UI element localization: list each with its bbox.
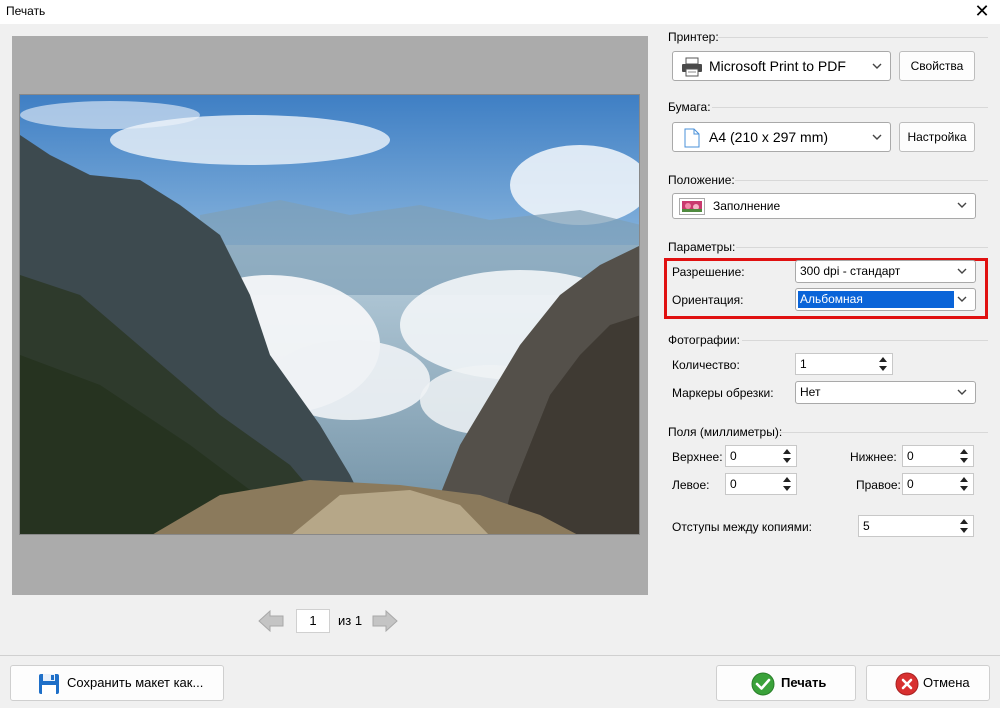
orientation-value: Альбомная <box>800 292 863 306</box>
crop-marks-label: Маркеры обрезки: <box>672 386 774 400</box>
spin-arrows-icon[interactable] <box>780 475 794 493</box>
margin-right-stepper[interactable]: 0 <box>902 473 974 495</box>
copy-spacing-label: Отступы между копиями: <box>672 520 812 534</box>
print-label: Печать <box>781 675 827 690</box>
floppy-disk-icon <box>39 674 59 694</box>
margin-left-stepper[interactable]: 0 <box>725 473 797 495</box>
paper-group-label: Бумага: <box>668 100 711 114</box>
save-layout-label: Сохранить макет как... <box>67 675 204 690</box>
copy-spacing-value: 5 <box>863 519 870 533</box>
copy-spacing-stepper[interactable]: 5 <box>858 515 974 537</box>
margins-group-label: Поля (миллиметры): <box>668 425 783 439</box>
orientation-select[interactable]: Альбомная <box>795 288 976 311</box>
chevron-down-icon <box>872 134 882 140</box>
spin-arrows-icon[interactable] <box>957 517 971 535</box>
resolution-value: 300 dpi - стандарт <box>800 264 901 278</box>
paper-select[interactable]: A4 (210 x 297 mm) <box>672 122 891 152</box>
margin-bottom-label: Нижнее: <box>850 450 897 464</box>
margin-right-value: 0 <box>907 477 914 491</box>
quantity-stepper[interactable]: 1 <box>795 353 893 375</box>
printer-select[interactable]: Microsoft Print to PDF <box>672 51 891 81</box>
position-select[interactable]: Заполнение <box>672 193 976 219</box>
spin-arrows-icon[interactable] <box>957 447 971 465</box>
chevron-down-icon <box>872 63 882 69</box>
margin-bottom-value: 0 <box>907 449 914 463</box>
crop-marks-select[interactable]: Нет <box>795 381 976 404</box>
window-title: Печать <box>6 4 46 18</box>
fill-layout-icon <box>679 198 705 215</box>
resolution-select[interactable]: 300 dpi - стандарт <box>795 260 976 283</box>
prev-page-icon[interactable] <box>258 610 284 632</box>
margin-top-label: Верхнее: <box>672 450 723 464</box>
quantity-label: Количество: <box>672 358 740 372</box>
spin-arrows-icon[interactable] <box>876 355 890 373</box>
photos-group-label: Фотографии: <box>668 333 740 347</box>
close-icon[interactable]: ✕ <box>972 1 992 21</box>
group-divider <box>742 340 988 341</box>
chevron-down-icon <box>957 268 967 274</box>
print-button[interactable]: Печать <box>716 665 856 701</box>
crop-marks-value: Нет <box>800 385 821 399</box>
position-group-label: Положение: <box>668 173 735 187</box>
page-number-input[interactable]: 1 <box>296 609 330 633</box>
resolution-label: Разрешение: <box>672 265 745 279</box>
margin-top-value: 0 <box>730 449 737 463</box>
cancel-button[interactable]: Отмена <box>866 665 990 701</box>
margin-top-stepper[interactable]: 0 <box>725 445 797 467</box>
page-count-label: из 1 <box>338 613 363 628</box>
margin-bottom-stepper[interactable]: 0 <box>902 445 974 467</box>
orientation-label: Ориентация: <box>672 293 744 307</box>
margin-left-label: Левое: <box>672 478 710 492</box>
paper-value: A4 (210 x 297 mm) <box>709 129 829 145</box>
parameters-group-label: Параметры: <box>668 240 736 254</box>
save-layout-button[interactable]: Сохранить макет как... <box>10 665 224 701</box>
printer-icon <box>682 57 702 77</box>
group-divider <box>735 180 988 181</box>
chevron-down-icon <box>957 389 967 395</box>
group-divider <box>718 37 988 38</box>
margin-left-value: 0 <box>730 477 737 491</box>
quantity-value: 1 <box>800 357 807 371</box>
spin-arrows-icon[interactable] <box>957 475 971 493</box>
margin-right-label: Правое: <box>856 478 901 492</box>
printer-properties-button[interactable]: Свойства <box>899 51 975 81</box>
chevron-down-icon <box>957 296 967 302</box>
paper-icon <box>684 128 700 148</box>
group-divider <box>736 247 988 248</box>
next-page-icon[interactable] <box>372 610 398 632</box>
checkmark-icon <box>751 672 775 696</box>
position-value: Заполнение <box>713 199 781 213</box>
chevron-down-icon <box>957 202 967 208</box>
title-bar: Печать ✕ <box>0 0 1000 24</box>
group-divider <box>778 432 988 433</box>
group-divider <box>712 107 988 108</box>
printer-value: Microsoft Print to PDF <box>709 58 846 74</box>
footer-divider <box>0 655 1000 656</box>
printer-group-label: Принтер: <box>668 30 719 44</box>
spin-arrows-icon[interactable] <box>780 447 794 465</box>
cancel-label: Отмена <box>923 675 970 690</box>
paper-setup-button[interactable]: Настройка <box>899 122 975 152</box>
preview-photo <box>19 94 640 535</box>
cancel-icon <box>895 672 919 696</box>
